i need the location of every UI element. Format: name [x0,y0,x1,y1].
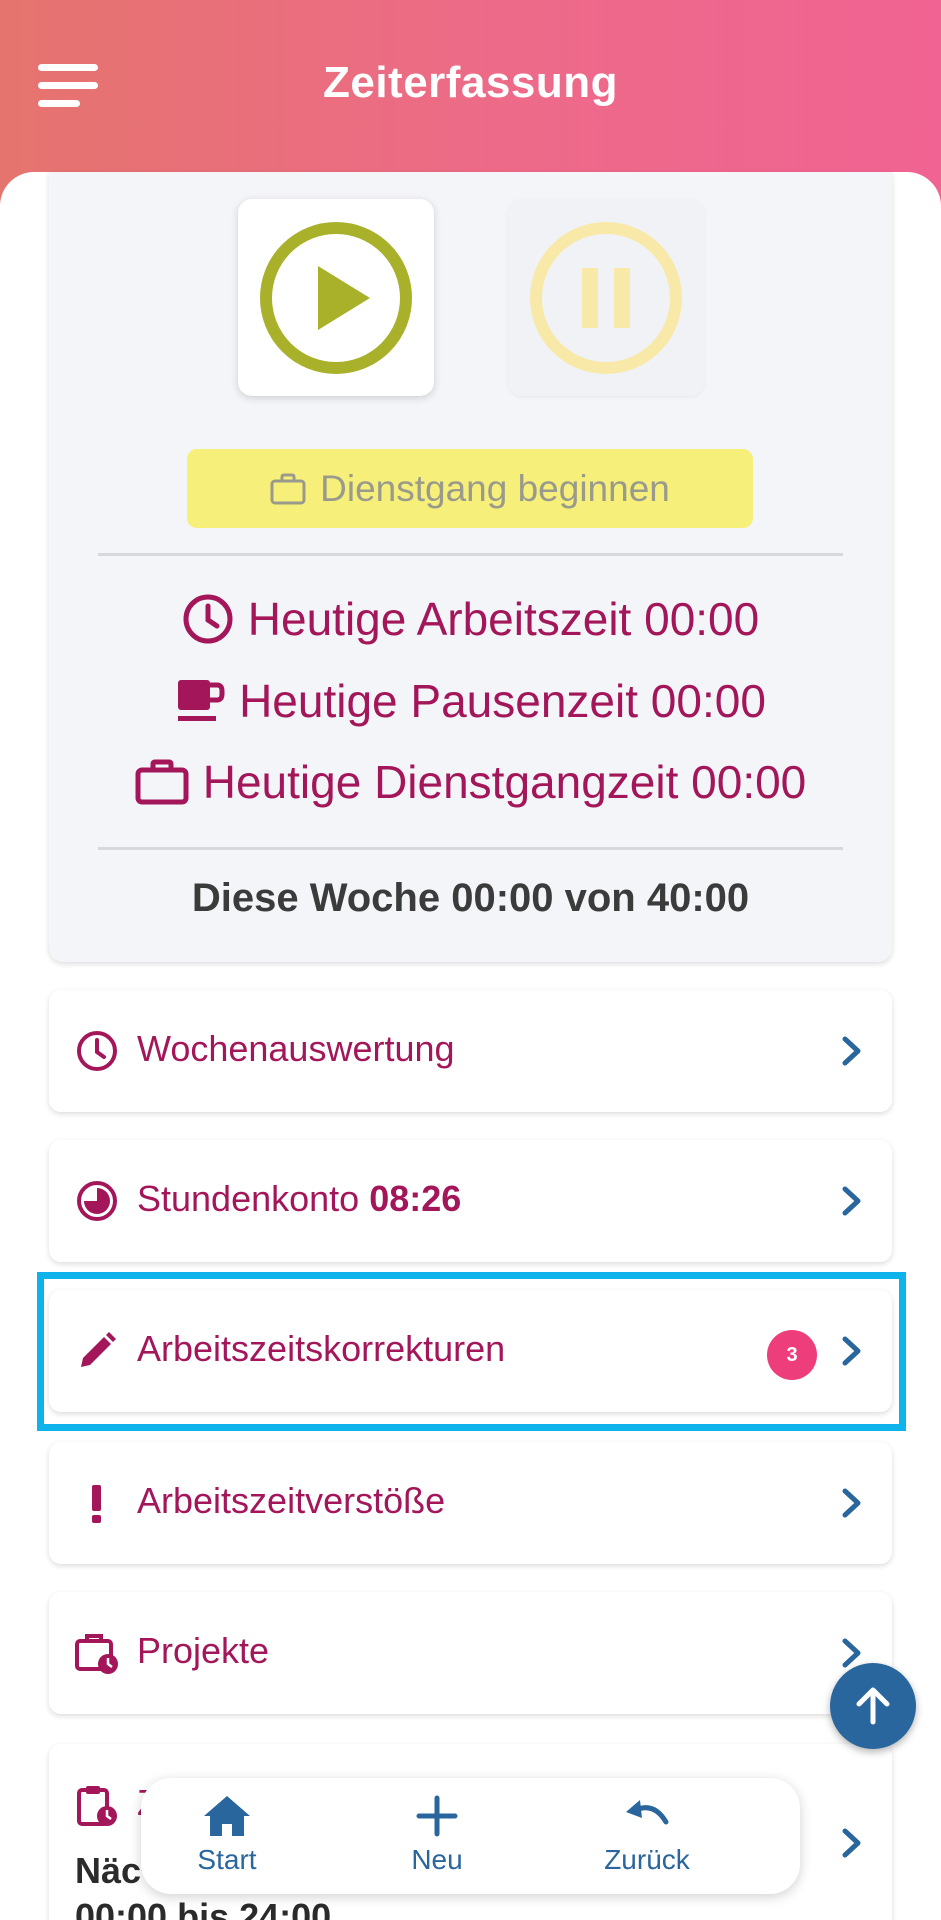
chevron-right-icon [842,1488,861,1518]
nav-back-button[interactable]: Zurück [567,1794,727,1876]
list-item-label: Arbeitszeitskorrekturen [137,1328,506,1369]
list-item-projects[interactable]: Projekte [49,1592,892,1714]
list-item-label: Wochenauswertung [137,1028,455,1069]
chevron-right-icon [842,1036,861,1066]
hours-account-value: 08:26 [369,1178,462,1219]
clock-icon [77,1031,117,1071]
stat-break-time-label: Heutige Pausenzeit 00:00 [239,675,766,727]
list-item-hours-account[interactable]: Stundenkonto 08:26 [49,1140,892,1262]
stat-break-time: Heutige Pausenzeit 00:00 [0,674,941,728]
pause-button[interactable] [508,199,704,396]
chevron-right-icon [842,1828,861,1858]
chevron-right-icon [842,1336,861,1366]
stat-business-trip-time: Heutige Dienstgangzeit 00:00 [0,755,941,809]
plus-icon [416,1795,458,1837]
nav-back-label: Zurück [604,1844,690,1875]
briefcase-clock-icon [75,1634,118,1674]
nav-new-label: Neu [411,1844,463,1875]
schedule-time-range: 00:00 bis 24:00 [75,1896,332,1920]
list-item-label: Projekte [137,1630,270,1671]
pencil-icon [81,1332,116,1367]
undo-icon [626,1800,669,1825]
schedule-next-label: Näc [75,1850,142,1891]
list-item-work-time-corrections[interactable]: Arbeitszeitskorrekturen 3 [49,1290,892,1412]
coffee-cup-icon [178,680,225,721]
clipboard-clock-icon [77,1786,117,1826]
scroll-to-top-button[interactable] [830,1663,916,1749]
stat-business-trip-time-label: Heutige Dienstgangzeit 00:00 [202,756,807,808]
list-item-label: Arbeitszeitverstöße [137,1480,446,1521]
briefcase-icon [135,759,189,805]
pause-icon [530,221,682,374]
page-title: Zeiterfassung [322,58,618,107]
arrow-up-icon [856,1687,890,1725]
stat-work-time-label: Heutige Arbeitszeit 00:00 [247,593,760,645]
corrections-count-badge: 3 [767,1330,817,1380]
list-item-weekly-evaluation[interactable]: Wochenauswertung [49,990,892,1112]
pie-chart-icon [77,1181,117,1221]
start-business-trip-button[interactable]: Dienstgang beginnen [187,449,753,528]
play-icon [260,221,412,374]
start-work-button[interactable] [238,199,434,396]
bottom-navigation: Start Neu Zurück [141,1778,800,1894]
exclamation-icon [92,1485,101,1523]
chevron-right-icon [842,1186,861,1216]
list-item-work-time-violations[interactable]: Arbeitszeitverstöße [49,1442,892,1564]
nav-start-label: Start [197,1844,257,1875]
stat-work-time: Heutige Arbeitszeit 00:00 [0,592,941,646]
divider [98,847,843,850]
clock-icon [183,594,233,644]
today-summary-card [49,172,892,962]
nav-start-button[interactable]: Start [147,1794,307,1876]
home-icon [204,1796,250,1836]
list-item-label: Stundenkonto 08:26 [137,1178,462,1219]
briefcase-icon [270,473,306,504]
nav-new-button[interactable]: Neu [357,1794,517,1876]
week-summary: Diese Woche 00:00 von 40:00 [191,876,750,920]
start-business-trip-label: Dienstgang beginnen [320,467,670,509]
divider [98,553,843,556]
